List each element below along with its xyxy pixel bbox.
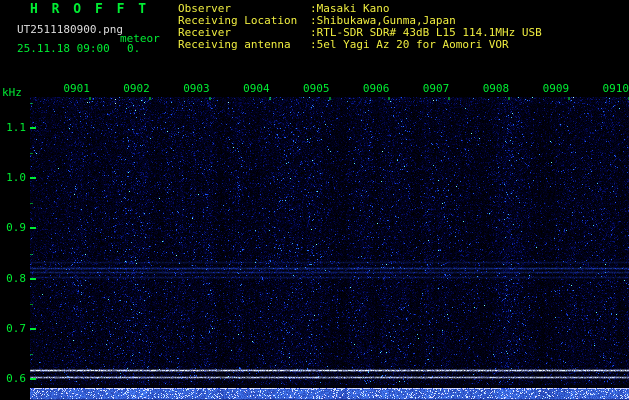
spectrogram-canvas [30,97,629,400]
freq-major-tick [30,277,36,280]
meteor-count: 0. [127,42,141,55]
freq-minor-tick [30,102,33,104]
station-info-block: Observer :Masaki Kano Receiving Location :S… [178,3,629,55]
station-info-label: Receiver [178,26,231,39]
time-tick [568,97,571,100]
time-tick [328,97,331,100]
station-info-label: Receiving Location [178,14,298,27]
app-title: H R O F F T [30,2,150,17]
time-tick-label: 0901 [63,82,90,95]
time-tick-label: 0908 [482,82,510,95]
time-tick [508,97,511,100]
freq-major-tick [30,127,36,129]
hrofft-screen: H R O F F T UT2511180900.png meteor 25.1… [0,0,629,400]
freq-minor-tick [30,253,33,255]
time-tick [148,97,151,100]
time-tick [88,97,91,100]
time-tick-label: 0904 [243,82,270,95]
station-info-value: :Shibukawa,Gunma,Japan [310,14,456,27]
time-tick-label: 0909 [542,82,570,95]
freq-minor-tick [30,303,33,305]
freq-major-tick [30,327,36,330]
freq-tick-label: 0.8 [6,271,26,285]
y-axis-unit-label: kHz [2,86,22,99]
freq-major-tick [30,378,36,380]
date-time-label: 25.11.18 09:00 [17,42,110,55]
freq-tick-label: 1.1 [6,121,26,134]
time-tick-label: 0903 [183,82,210,95]
time-tick [268,97,271,100]
time-tick-label: 0905 [303,82,330,95]
freq-minor-tick [30,353,33,355]
freq-tick-label: 0.6 [6,372,26,385]
time-tick-label: 0907 [422,82,450,95]
time-tick [208,97,211,100]
time-tick-label: 0906 [362,82,390,95]
station-info-label: Receiving antenna [178,38,291,51]
station-info-value: :RTL-SDR SDR# 43dB L15 114.1MHz USB [310,26,542,39]
freq-minor-tick [30,153,33,155]
freq-minor-tick [30,203,33,205]
freq-tick-label: 0.7 [6,321,26,335]
station-info-value: :Masaki Kano [310,2,390,15]
freq-tick-label: 0.9 [6,221,26,235]
output-file-name: UT2511180900.png [17,23,123,36]
station-info-value: :5el Yagi Az 20 for Aomori VOR [310,38,509,51]
freq-major-tick [30,227,36,230]
freq-tick-label: 1.0 [6,171,26,185]
freq-major-tick [30,177,36,180]
time-tick-label: 0902 [123,82,150,95]
station-info-row: Receiving antenna :5el Yagi Az 20 for Aom… [178,39,629,51]
station-info-label: Observer [178,2,231,15]
time-tick [448,97,451,100]
time-tick-label: 0910 [602,82,629,95]
time-tick [388,97,391,100]
